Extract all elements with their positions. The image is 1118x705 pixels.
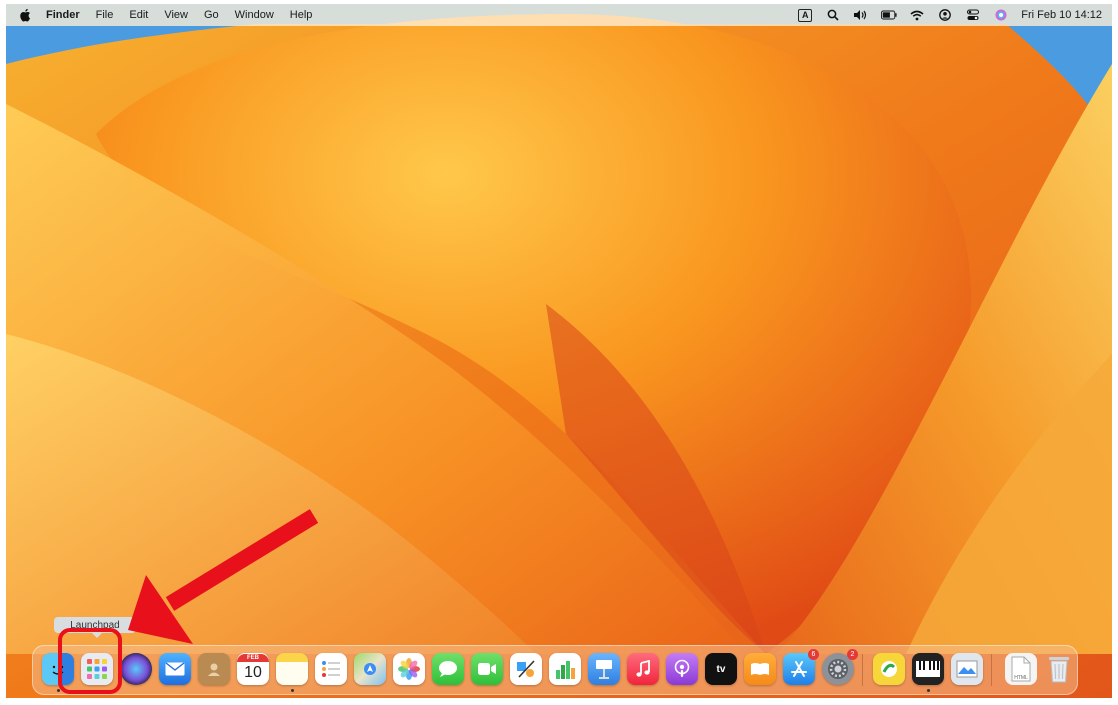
menu-bar: Finder File Edit View Go Window Help A F… bbox=[6, 4, 1112, 26]
menu-view[interactable]: View bbox=[164, 9, 188, 21]
notes-running-indicator bbox=[291, 689, 294, 692]
dock-books-icon[interactable] bbox=[744, 653, 776, 685]
menu-go[interactable]: Go bbox=[204, 9, 219, 21]
dock-piano-icon[interactable] bbox=[912, 653, 944, 685]
menu-file[interactable]: File bbox=[96, 9, 114, 21]
dock-mail-icon[interactable] bbox=[159, 653, 191, 685]
dock-contacts-icon[interactable] bbox=[198, 653, 230, 685]
dock-tv-icon[interactable]: tv bbox=[705, 653, 737, 685]
dock-maps-icon[interactable] bbox=[354, 653, 386, 685]
dock-photos-icon[interactable] bbox=[393, 653, 425, 685]
dock-numbers-icon[interactable] bbox=[549, 653, 581, 685]
tv-label: tv bbox=[716, 663, 726, 675]
menu-app-name[interactable]: Finder bbox=[46, 9, 80, 21]
dock-reminders-icon[interactable] bbox=[315, 653, 347, 685]
dock-siri-icon[interactable] bbox=[120, 653, 152, 685]
menu-clock[interactable]: Fri Feb 10 14:12 bbox=[1021, 9, 1102, 21]
finder-running-indicator bbox=[57, 689, 60, 692]
appstore-badge: 6 bbox=[808, 649, 819, 660]
input-source-label: A bbox=[798, 8, 813, 22]
settings-badge: 2 bbox=[847, 649, 858, 660]
dock-keynote-icon[interactable] bbox=[588, 653, 620, 685]
user-icon[interactable] bbox=[937, 8, 953, 22]
wallpaper bbox=[6, 4, 1112, 698]
dock-divider-right bbox=[991, 654, 992, 686]
dock-appstore-icon[interactable]: 6 bbox=[783, 649, 819, 685]
apple-menu-icon[interactable] bbox=[18, 8, 32, 22]
siri-icon[interactable] bbox=[993, 8, 1009, 22]
dock-notes-icon[interactable] bbox=[276, 653, 308, 685]
dock-divider bbox=[862, 654, 863, 686]
html-file-label: HTML bbox=[1014, 675, 1028, 681]
search-icon[interactable] bbox=[825, 8, 841, 22]
dock-facetime-icon[interactable] bbox=[471, 653, 503, 685]
volume-icon[interactable] bbox=[853, 8, 869, 22]
calendar-month: FEB bbox=[237, 654, 269, 662]
control-center-icon[interactable] bbox=[965, 8, 981, 22]
keyboard-input-icon[interactable]: A bbox=[797, 8, 813, 22]
battery-icon[interactable] bbox=[881, 8, 897, 22]
dock-messages-icon[interactable] bbox=[432, 653, 464, 685]
piano-running-indicator bbox=[927, 689, 930, 692]
dock-preview-icon[interactable] bbox=[951, 653, 983, 685]
dock-freeform-icon[interactable] bbox=[510, 653, 542, 685]
desktop: Finder File Edit View Go Window Help A F… bbox=[6, 4, 1112, 698]
status-area: A Fri Feb 10 14:12 bbox=[797, 4, 1102, 26]
dock-karabiner-icon[interactable] bbox=[873, 653, 905, 685]
menu-edit[interactable]: Edit bbox=[129, 9, 148, 21]
dock-podcasts-icon[interactable] bbox=[666, 653, 698, 685]
menu-window[interactable]: Window bbox=[235, 9, 274, 21]
dock-trash-icon[interactable] bbox=[1043, 653, 1075, 685]
dock: FEB 10 tv 6 2 HTML bbox=[32, 645, 1078, 695]
dock-calendar-icon[interactable]: FEB 10 bbox=[237, 653, 269, 685]
dock-settings-icon[interactable]: 2 bbox=[822, 649, 858, 685]
menu-help[interactable]: Help bbox=[290, 9, 313, 21]
dock-html-file-icon[interactable]: HTML bbox=[1005, 653, 1037, 685]
launchpad-highlight-box bbox=[58, 628, 122, 694]
wifi-icon[interactable] bbox=[909, 8, 925, 22]
dock-music-icon[interactable] bbox=[627, 653, 659, 685]
calendar-day: 10 bbox=[244, 664, 262, 681]
